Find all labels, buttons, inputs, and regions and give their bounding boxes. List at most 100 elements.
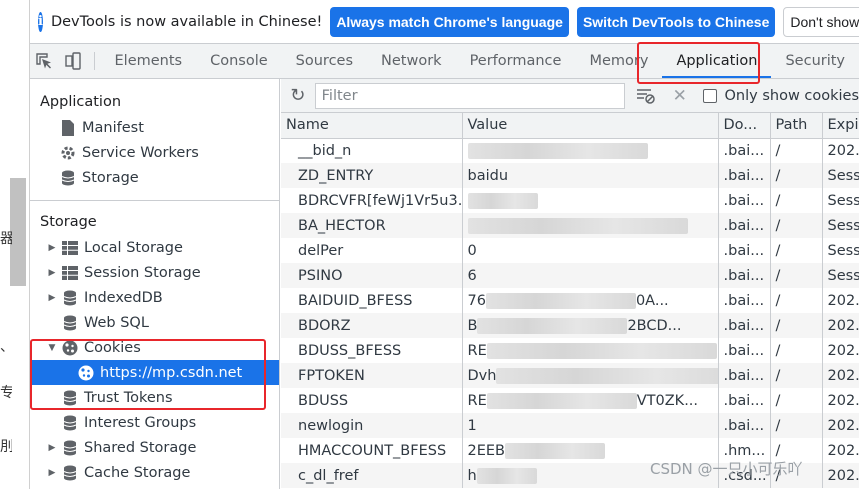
table-row[interactable]: FPTOKEN Dvh .bai... / 202...: [281, 363, 859, 388]
sidebar-item-indexeddb[interactable]: ▶ IndexedDB: [30, 285, 279, 310]
table-row[interactable]: BDUSS RE VT0ZK... .bai... / 202...: [281, 388, 859, 413]
cell-expires: 202...: [822, 413, 859, 438]
table-row[interactable]: newlogin 1 .bai... / 202...: [281, 413, 859, 438]
device-toolbar-icon[interactable]: [59, 44, 88, 78]
tab-performance[interactable]: Performance: [456, 44, 576, 78]
language-infobar: i DevTools is now available in Chinese! …: [30, 0, 859, 44]
cell-text: BDUSS: [298, 392, 349, 409]
tab-sources[interactable]: Sources: [282, 44, 367, 78]
cell-domain: .bai...: [718, 238, 771, 263]
expand-arrow-icon[interactable]: ▶: [46, 443, 58, 453]
expand-arrow-icon[interactable]: ▶: [46, 243, 58, 253]
always-match-language-button[interactable]: Always match Chrome's language: [330, 6, 569, 37]
redacted-value-blur: [486, 392, 637, 409]
cell-text: BDRCVFR[feWj1Vr5u3...: [298, 192, 462, 209]
cell-text: ZD_ENTRY: [298, 167, 374, 184]
switch-to-chinese-button[interactable]: Switch DevTools to Chinese: [576, 6, 776, 37]
cell-path: /: [770, 213, 823, 238]
column-header-expires[interactable]: Expi...: [822, 113, 859, 139]
cell-text: Sess...: [827, 192, 859, 209]
sidebar-item-session-storage[interactable]: ▶ Session Storage: [30, 260, 279, 285]
annotation-box-cookies: [30, 339, 266, 410]
clear-filtered-cookies-icon[interactable]: [629, 88, 663, 104]
cell-text: .bai...: [723, 167, 765, 184]
cell-name: HMACCOUNT_BFESS: [281, 438, 463, 463]
database-icon: [60, 170, 76, 186]
cell-text: .hm...: [723, 442, 766, 459]
cell-text: HMACCOUNT_BFESS: [298, 442, 447, 459]
sidebar-item-manifest[interactable]: Manifest: [30, 115, 279, 140]
cell-value: RE VT0ZK...: [462, 388, 719, 413]
sidebar-item-storage[interactable]: Storage: [30, 165, 279, 190]
database-icon: [62, 290, 78, 306]
inspect-element-icon[interactable]: [30, 44, 59, 78]
sidebar-item-cache-storage[interactable]: ▶ Cache Storage: [30, 460, 279, 485]
filter-input[interactable]: Filter: [314, 82, 626, 109]
cell-text: c_dl_fref: [298, 467, 359, 484]
tab-elements[interactable]: Elements: [101, 44, 197, 78]
cell-text: BAIDUID_BFESS: [298, 292, 413, 309]
cell-text-suffix: VT0ZK...: [636, 392, 699, 409]
sidebar-item-interest-groups[interactable]: Interest Groups: [30, 410, 279, 435]
cell-domain: .bai...: [718, 413, 771, 438]
table-row[interactable]: BDUSS_BFESS RE .bai... / 202...: [281, 338, 859, 363]
watermark: CSDN @一只小可乐吖: [650, 460, 803, 478]
cell-name: BAIDUID_BFESS: [281, 288, 463, 313]
cell-name: BA_HECTOR: [281, 213, 463, 238]
cookies-pane: ↻ Filter ✕ Only show cookies Name Value …: [281, 79, 859, 489]
sidebar-item-label: Manifest: [82, 119, 144, 136]
expand-arrow-icon[interactable]: ▶: [46, 268, 58, 278]
table-row[interactable]: PSINO 6 .bai... / Sess...: [281, 263, 859, 288]
cell-value: 1: [462, 413, 719, 438]
cell-path: /: [770, 138, 823, 163]
page-scrollbar[interactable]: [10, 178, 26, 286]
table-row[interactable]: ZD_ENTRY baidu .bai... / Sess...: [281, 163, 859, 188]
cell-path: /: [770, 163, 823, 188]
table-row[interactable]: BA_HECTOR .bai... / Sess...: [281, 213, 859, 238]
cell-text: .bai...: [723, 267, 765, 284]
cell-text: /: [775, 242, 781, 259]
table-row[interactable]: __bid_n .bai... / 202...: [281, 138, 859, 163]
sidebar-item-service-workers[interactable]: Service Workers: [30, 140, 279, 165]
cell-path: /: [770, 388, 823, 413]
database-icon: [62, 415, 78, 431]
cell-value: RE: [462, 338, 719, 363]
expand-arrow-icon[interactable]: ▶: [46, 468, 58, 478]
column-header-name[interactable]: Name: [281, 113, 463, 139]
only-show-cookies-checkbox[interactable]: [702, 88, 717, 103]
cell-domain: .bai...: [718, 288, 771, 313]
column-header-path[interactable]: Path: [770, 113, 823, 139]
expand-arrow-icon[interactable]: ▶: [46, 293, 58, 303]
table-row[interactable]: delPer 0 .bai... / Sess...: [281, 238, 859, 263]
cell-name: newlogin: [281, 413, 463, 438]
table-row[interactable]: BDRCVFR[feWj1Vr5u3... .bai... / Sess...: [281, 188, 859, 213]
cell-value: [462, 138, 719, 163]
tab-network[interactable]: Network: [367, 44, 456, 78]
tab-console[interactable]: Console: [196, 44, 282, 78]
delete-selected-icon[interactable]: ✕: [663, 86, 697, 106]
column-header-domain[interactable]: Do...: [718, 113, 771, 139]
tab-security[interactable]: Security: [771, 44, 859, 78]
column-header-value[interactable]: Value: [462, 113, 719, 139]
redacted-value-blur: [467, 192, 538, 209]
cell-value: baidu: [462, 163, 719, 188]
cell-expires: 202...: [822, 288, 859, 313]
cell-name: BDRCVFR[feWj1Vr5u3...: [281, 188, 463, 213]
cell-domain: .bai...: [718, 313, 771, 338]
cell-text: /: [775, 392, 781, 409]
sidebar-item-label: Local Storage: [84, 239, 183, 256]
cell-name: FPTOKEN: [281, 363, 463, 388]
page-text-fragment: 器: [0, 231, 12, 247]
table-row[interactable]: BDORZ B 2BCD... .bai... / 202...: [281, 313, 859, 338]
only-show-cookies-label: Only show cookies: [724, 87, 859, 104]
gear-icon: [60, 145, 76, 161]
sidebar-item-shared-storage[interactable]: ▶ Shared Storage: [30, 435, 279, 460]
table-row[interactable]: BAIDUID_BFESS 76 0A... .bai... / 202...: [281, 288, 859, 313]
refresh-icon[interactable]: ↻: [281, 85, 315, 106]
cell-text: /: [775, 217, 781, 234]
sidebar-item-local-storage[interactable]: ▶ Local Storage: [30, 235, 279, 260]
cell-text: /: [775, 317, 781, 334]
dont-show-again-button[interactable]: Don't show ag: [783, 6, 859, 37]
cell-text: .bai...: [723, 142, 765, 159]
sidebar-item-web-sql[interactable]: Web SQL: [30, 310, 279, 335]
